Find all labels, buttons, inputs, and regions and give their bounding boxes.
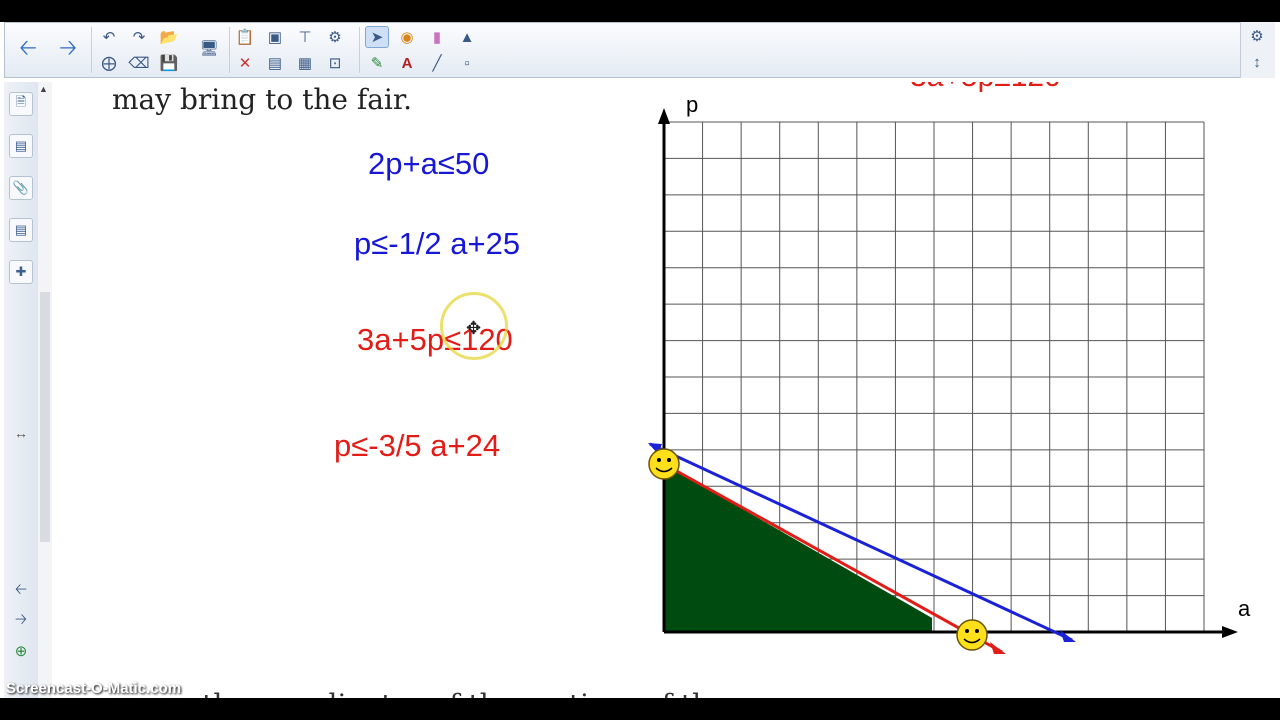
magic-pen-icon[interactable]: ⚙	[323, 26, 347, 48]
a-axis-arrowhead	[1222, 626, 1238, 638]
gallery-icon[interactable]: ▤	[9, 134, 33, 158]
select-pointer-icon[interactable]: ➤	[365, 26, 389, 48]
equation-blue-slope[interactable]: p≤-1/2 a+25	[354, 226, 520, 262]
scrollbar-thumb[interactable]	[40, 292, 50, 542]
add-page-icon[interactable]: ⨁	[97, 52, 121, 74]
scroll-up-icon[interactable]: ▲	[39, 84, 48, 94]
watermark-label: Screencast-O-Matic.com	[6, 680, 182, 697]
side-tab-bar: 🗎 ▤ 📎 ▤ ✚ ↔ 🡠 🡢 ⊕	[4, 82, 39, 698]
previous-page-icon[interactable]: 🡠	[9, 580, 33, 602]
properties-tab-icon[interactable]: ▤	[9, 218, 33, 242]
a-axis-label: a	[1238, 596, 1251, 621]
screen-shade-icon[interactable]: ▤	[263, 52, 287, 74]
notebook-page[interactable]: may bring to the fair. 2p+a≤50 p≤-1/2 a+…	[52, 82, 1274, 698]
resize-sidebar-icon[interactable]: ↔	[9, 422, 33, 444]
vertical-scrollbar[interactable]: ▲	[38, 82, 52, 698]
toolbar-separator	[91, 27, 92, 73]
top-cut-equation: 3a+5p≤120	[910, 82, 1061, 93]
pens-icon[interactable]: ✎	[365, 52, 389, 74]
smart-notebook-window: 🡠 🡢 ↶ ↷ 📂 ⨁ ⌫ 💾 🖥 📋 ▣ ⊤ ⚙ ✕ ▤ ▦ ⊡ ➤ ◉ ▮ …	[0, 22, 1280, 698]
redo-icon[interactable]: ↷	[127, 26, 151, 48]
paste-icon[interactable]: 📋	[233, 26, 257, 48]
smiley-icon	[956, 619, 988, 651]
open-folder-icon[interactable]: 📂	[157, 26, 181, 48]
undo-icon[interactable]: ↶	[97, 26, 121, 48]
line-tool-icon[interactable]: ╱	[425, 52, 449, 74]
coordinate-graph: 3a+5p≤120 p a	[648, 82, 1251, 654]
problem-text-line: may bring to the fair.	[112, 83, 413, 116]
feasible-region	[664, 464, 932, 632]
equation-blue-standard[interactable]: 2p+a≤50	[368, 146, 489, 182]
equation-red-slope[interactable]: p≤-3/5 a+24	[334, 428, 500, 464]
save-icon[interactable]: 💾	[157, 52, 181, 74]
gear-icon[interactable]: ⚙	[1245, 25, 1269, 47]
addons-icon[interactable]: ✚	[9, 260, 33, 284]
properties-icon[interactable]: ▫	[455, 52, 479, 74]
attachments-icon[interactable]: 📎	[9, 176, 33, 200]
shape-recognition-icon[interactable]: ▲	[455, 26, 479, 48]
toolbar-separator	[359, 27, 360, 73]
right-toolbar: ⚙ ↕	[1240, 22, 1275, 78]
eraser-icon[interactable]: ▮	[425, 26, 449, 48]
p-axis-label: p	[686, 92, 698, 117]
add-new-page-icon[interactable]: ⊕	[9, 640, 33, 662]
back-arrow-icon[interactable]: 🡠	[11, 27, 45, 73]
fullscreen-icon[interactable]: ⊡	[323, 52, 347, 74]
font-icon[interactable]: A	[395, 52, 419, 74]
page-sorter-icon[interactable]: 🗎	[9, 92, 33, 116]
delete-icon[interactable]: ✕	[233, 52, 257, 74]
forward-arrow-icon[interactable]: 🡢	[51, 27, 85, 73]
display-screen-icon[interactable]: 🖥	[195, 37, 223, 59]
next-page-icon[interactable]: 🡢	[9, 610, 33, 632]
toolbar-separator	[229, 27, 230, 73]
up-down-arrow-icon[interactable]: ↕	[1245, 51, 1269, 73]
cut-off-text-line: the coordinates of the vertices of the	[202, 688, 727, 698]
text-tool-icon[interactable]: ⊤	[293, 26, 317, 48]
red-line-arrowhead	[990, 642, 1006, 654]
p-axis-arrowhead	[658, 108, 670, 124]
fill-bucket-icon[interactable]: ◉	[395, 26, 419, 48]
smiley-icon	[648, 448, 680, 480]
delete-page-icon[interactable]: ⌫	[127, 52, 151, 74]
main-toolbar: 🡠 🡢 ↶ ↷ 📂 ⨁ ⌫ 💾 🖥 📋 ▣ ⊤ ⚙ ✕ ▤ ▦ ⊡ ➤ ◉ ▮ …	[4, 22, 1275, 78]
move-cursor-icon: ✥	[466, 318, 482, 338]
table-icon[interactable]: ▦	[293, 52, 317, 74]
screen-capture-icon[interactable]: ▣	[263, 26, 287, 48]
